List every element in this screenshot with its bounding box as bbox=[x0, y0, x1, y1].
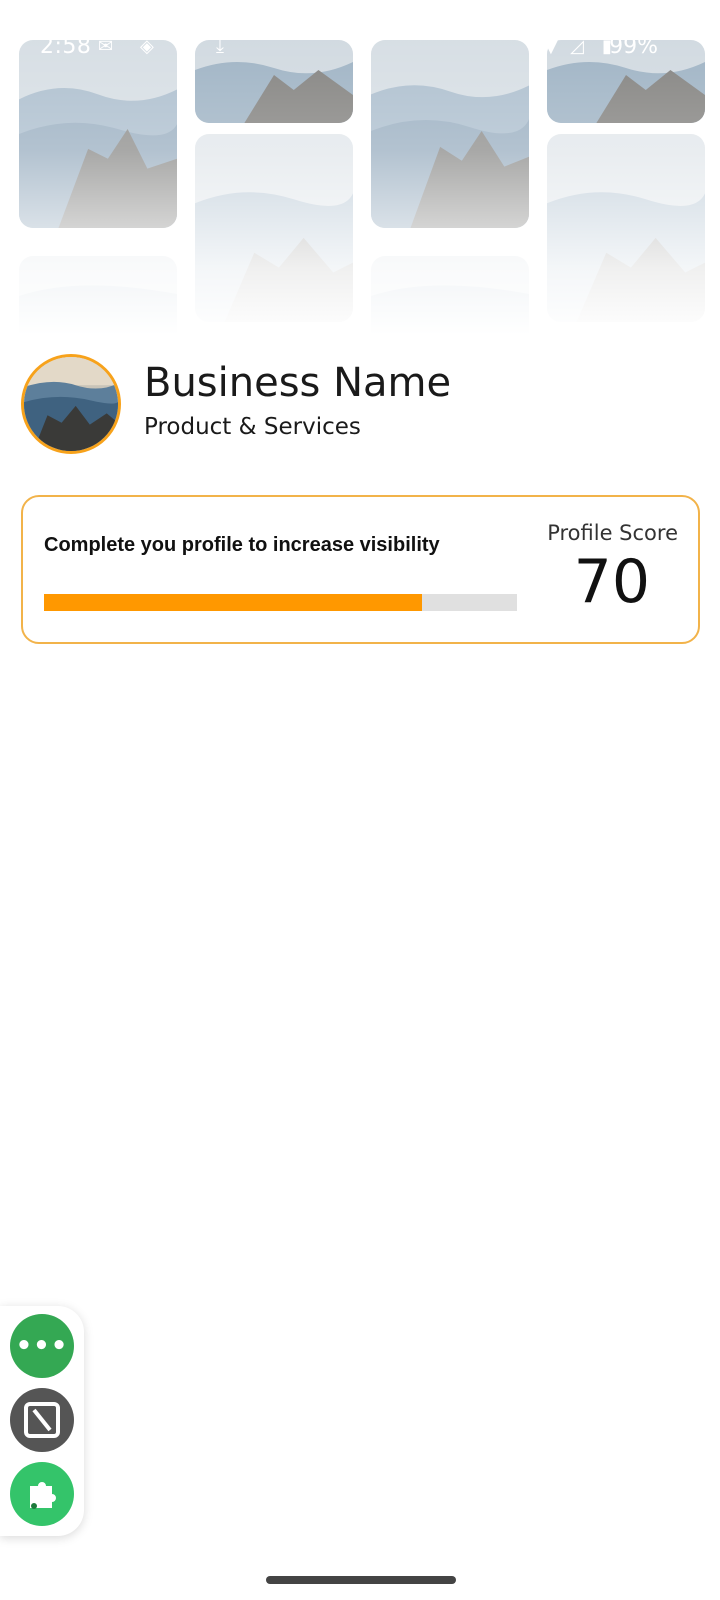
wifi-icon: ▼ bbox=[544, 36, 558, 57]
cover-image bbox=[371, 256, 529, 335]
cover-image bbox=[371, 40, 529, 228]
puzzle-icon bbox=[30, 1482, 56, 1509]
floating-toolbar: ••• bbox=[0, 1306, 84, 1536]
business-avatar[interactable] bbox=[21, 354, 121, 454]
more-dots-icon: ••• bbox=[15, 1331, 69, 1361]
home-indicator[interactable] bbox=[266, 1576, 456, 1584]
business-name: Business Name bbox=[144, 360, 452, 406]
battery-level: 99% bbox=[609, 34, 658, 59]
cover-image bbox=[19, 256, 177, 335]
gmail-icon: ✉ bbox=[98, 36, 114, 57]
download-icon: ⤓ bbox=[216, 36, 224, 57]
profile-score-value: 70 bbox=[573, 547, 650, 617]
profile-progress-fill bbox=[44, 594, 423, 611]
profile-progress-bar bbox=[44, 594, 517, 611]
cover-image bbox=[195, 134, 353, 322]
location-icon: ◈ bbox=[140, 36, 154, 57]
app-shortcut-button[interactable] bbox=[10, 1388, 74, 1452]
status-time: 2:58 bbox=[40, 34, 92, 59]
profile-score-card[interactable]: Complete you profile to increase visibil… bbox=[21, 495, 700, 644]
cover-image bbox=[19, 40, 177, 228]
avatar-image bbox=[24, 357, 118, 451]
cover-image bbox=[547, 134, 705, 322]
extensions-button[interactable] bbox=[10, 1462, 74, 1526]
signal-icon: ◿ bbox=[570, 36, 584, 57]
profile-completion-message: Complete you profile to increase visibil… bbox=[44, 534, 440, 556]
n-logo-icon bbox=[24, 1402, 60, 1438]
status-bar: 2:58 ✉ ◈ ⤓ ▼ ◿ ▮ 99% bbox=[0, 28, 720, 64]
profile-score-label: Profile Score bbox=[547, 521, 678, 545]
business-category: Product & Services bbox=[144, 414, 361, 440]
more-options-button[interactable]: ••• bbox=[10, 1314, 74, 1378]
